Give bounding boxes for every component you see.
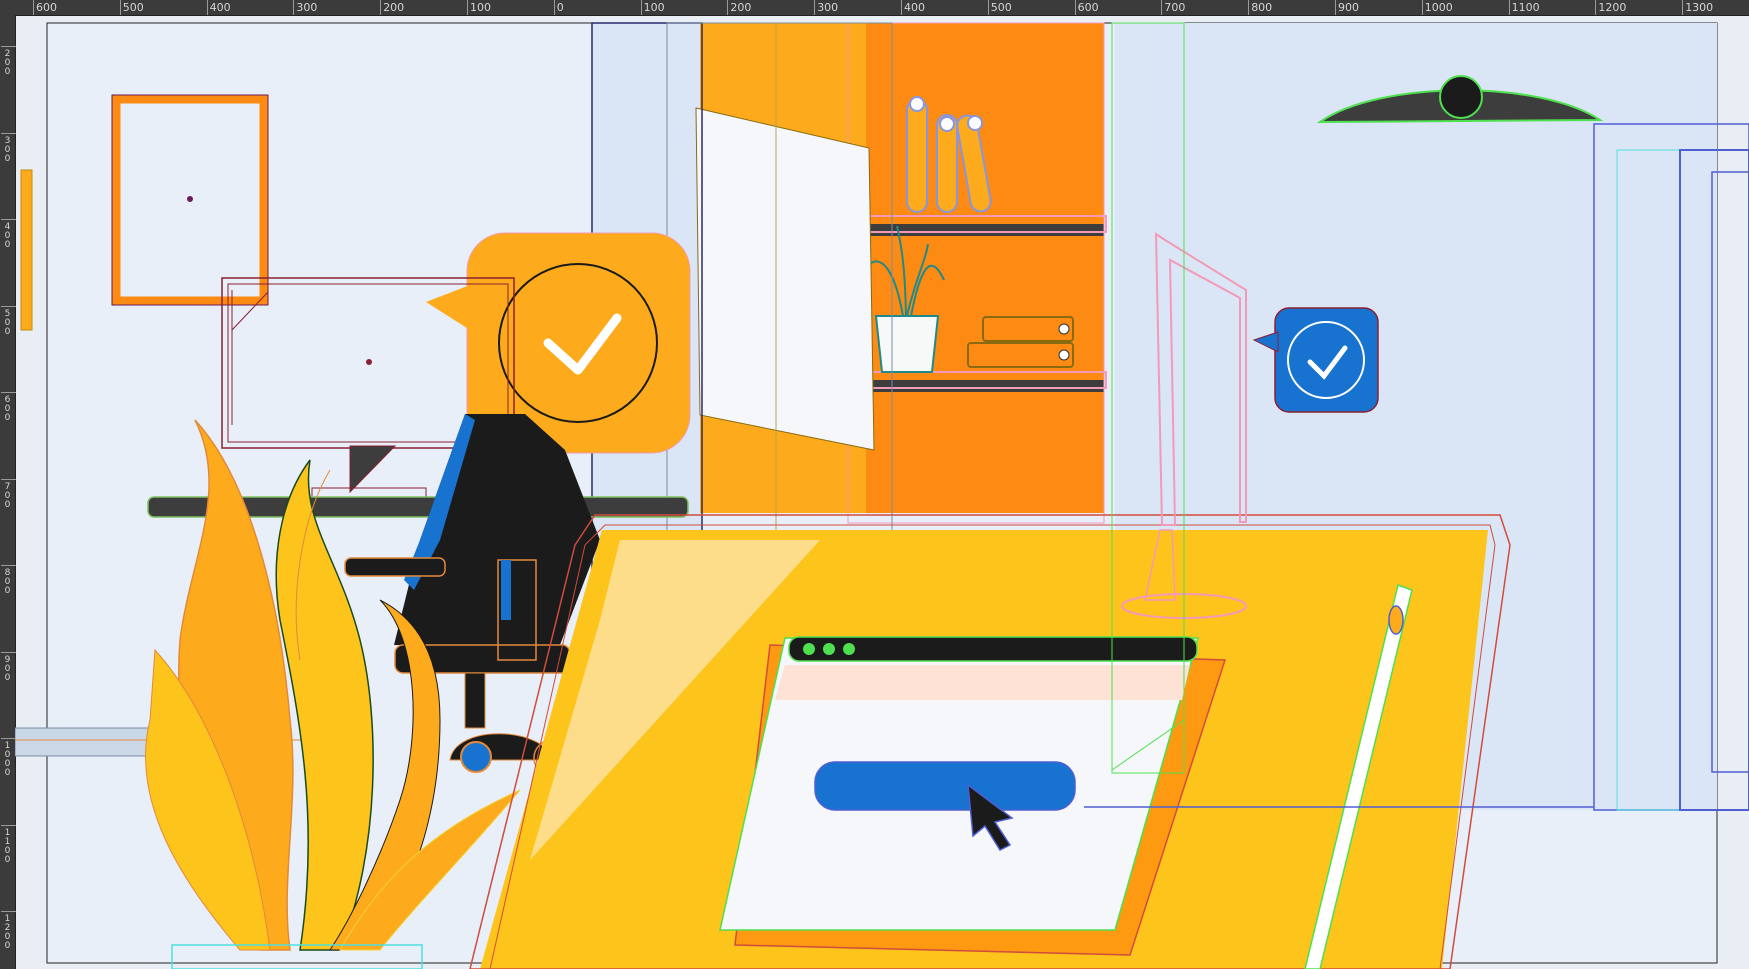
ruler-tick-label: 400 [901, 0, 925, 15]
ruler-tick-label: 500 [987, 0, 1012, 15]
ruler-tick-label: 700 [1161, 0, 1186, 15]
ruler-tick-label: 1 0 0 0 [1, 738, 16, 778]
ruler-tick-label: 1000 [1421, 0, 1453, 15]
screen-button[interactable] [814, 761, 1076, 811]
ruler-tick-label: 600 [1074, 0, 1099, 15]
ruler-tick-label: 200 [727, 0, 752, 15]
ruler-tick-label: 9 0 0 [1, 651, 16, 683]
open-door[interactable] [695, 107, 875, 451]
ruler-tick-label: 1 1 0 0 [1, 824, 16, 865]
ruler-tick-label: 3 0 0 [1, 132, 16, 164]
ruler-tick-label: 1200 [1595, 0, 1627, 15]
horizontal-ruler[interactable]: 600 500 400 300 200 100 0 100 200 300 400 500 600 700… [0, 0, 1749, 16]
left-edge-object[interactable] [20, 169, 33, 331]
ruler-tick-label: 4 0 0 [1, 219, 16, 250]
ruler-tick-label: 500 [119, 0, 144, 15]
ruler-tick-label: 300 [814, 0, 839, 15]
window-control-dot[interactable] [823, 643, 835, 655]
ruler-tick-label: 200 [380, 0, 405, 15]
ruler-tick-label: 600 [33, 0, 57, 15]
vertical-ruler[interactable]: 2 0 0 3 0 0 4 0 0 5 0 0 6 0 0 7 0 0 8 0 0 9 0 0… [0, 15, 16, 969]
window-control-dot[interactable] [843, 643, 855, 655]
ruler-tick-label: 6 0 0 [1, 392, 16, 423]
ruler-tick-label: 8 0 0 [1, 565, 16, 596]
shelf-boxes[interactable] [967, 316, 1074, 368]
ruler-tick-label: 1300 [1682, 0, 1714, 15]
ruler-tick-label: 0 [553, 0, 564, 15]
ruler-tick-label: 100 [467, 0, 491, 15]
ruler-tick-label: 2 0 0 [1, 46, 16, 77]
illustration-canvas[interactable] [15, 15, 1749, 969]
ruler-tick-label: 400 [206, 0, 231, 15]
ruler-tick-label: 300 [293, 0, 318, 15]
ruler-tick-label: 100 [640, 0, 665, 15]
ruler-tick-label: 900 [1335, 0, 1359, 15]
chair-wheel[interactable] [460, 741, 492, 773]
ruler-tick-label: 7 0 0 [1, 478, 16, 510]
ruler-tick-label: 1 2 0 0 [1, 911, 16, 951]
ruler-tick-label: 1100 [1508, 0, 1540, 15]
ruler-tick-label: 5 0 0 [1, 305, 16, 337]
window-control-dot[interactable] [803, 643, 815, 655]
ruler-tick-label: 800 [1248, 0, 1273, 15]
